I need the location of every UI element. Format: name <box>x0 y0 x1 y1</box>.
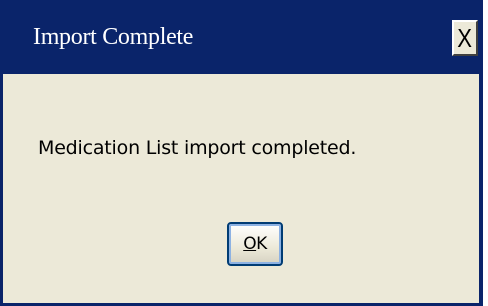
ok-label-rest: K <box>256 234 267 254</box>
ok-button-label: OK <box>243 234 267 254</box>
dialog-message: Medication List import completed. <box>38 137 357 159</box>
close-button[interactable]: X <box>452 20 478 56</box>
import-complete-dialog: Import Complete X Medication List import… <box>0 0 483 306</box>
close-icon: X <box>457 23 473 53</box>
window-title: Import Complete <box>33 24 194 50</box>
ok-mnemonic-letter: O <box>243 234 257 254</box>
ok-button[interactable]: OK <box>227 222 283 266</box>
title-bar: Import Complete X <box>3 0 479 74</box>
